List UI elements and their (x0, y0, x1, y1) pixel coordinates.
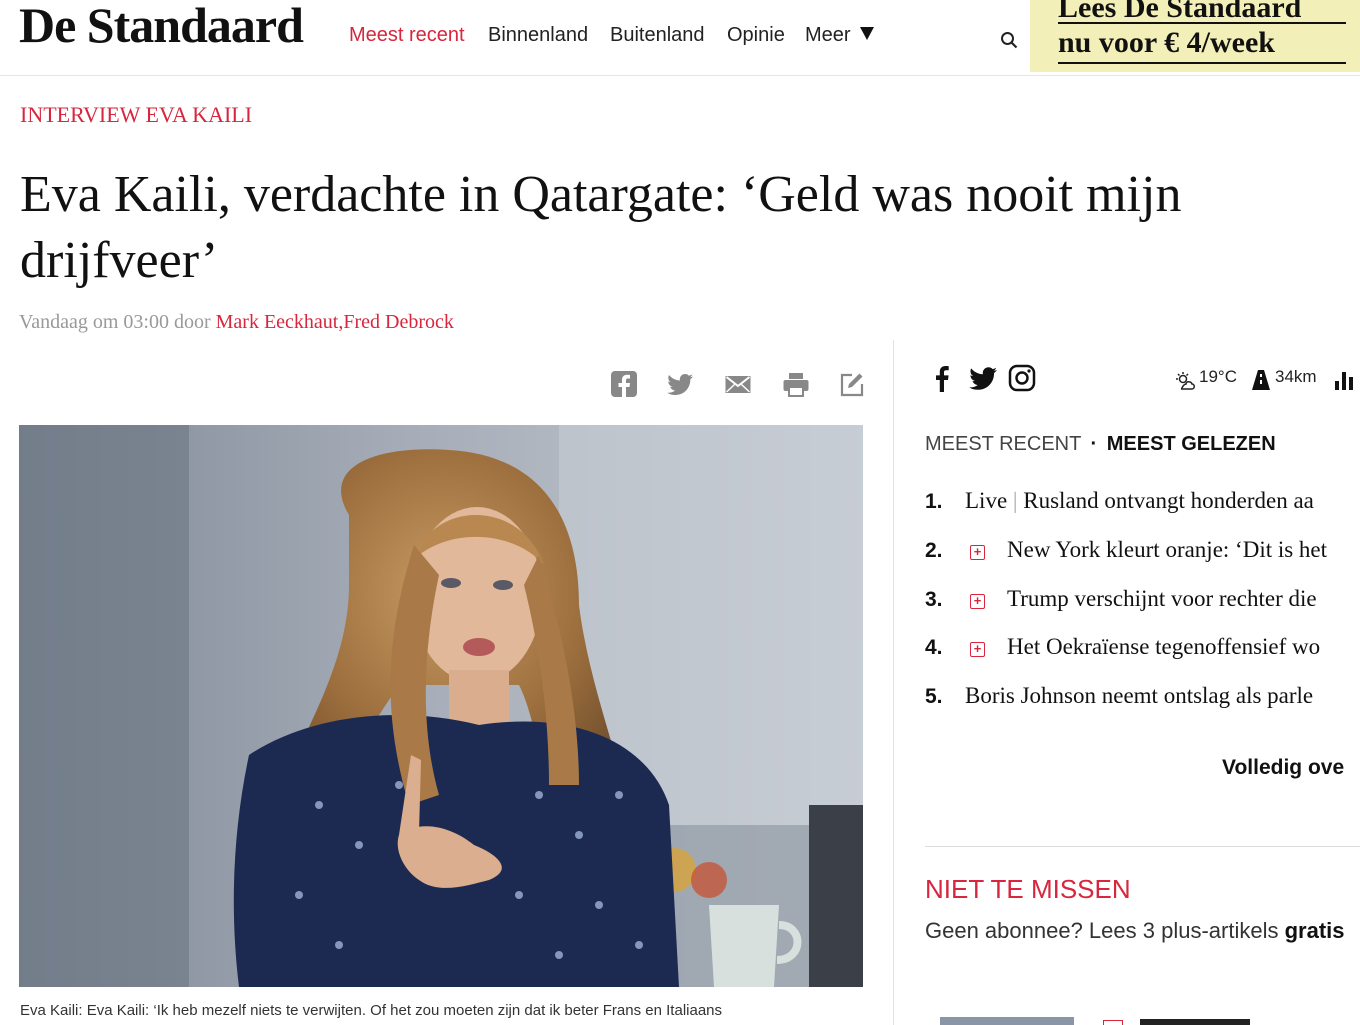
list-rank: 2. (925, 539, 943, 562)
list-rank: 5. (925, 685, 943, 708)
traffic-icon (1252, 370, 1270, 390)
list-item-title[interactable]: New York kleurt oranje: ‘Dit is het (1007, 537, 1327, 563)
facebook-icon[interactable] (610, 370, 638, 398)
full-overview-link[interactable]: Volledig ove (1222, 756, 1344, 780)
list-item-title[interactable]: Het Oekraïense tegenoffensief wo (1007, 634, 1320, 660)
facebook-icon[interactable] (930, 363, 952, 393)
caret-down-icon (860, 27, 875, 40)
plus-icon: + (970, 594, 985, 609)
sidebar-tabs: MEEST RECENT · MEEST GELEZEN (925, 433, 1276, 456)
article-photo (19, 425, 863, 987)
edit-icon[interactable] (838, 370, 866, 398)
site-logo[interactable]: De Standaard (19, 0, 304, 54)
photo-caption: Eva Kaili: Eva Kaili: ‘Ik heb mezelf nie… (20, 1002, 723, 1019)
nav-binnenland[interactable]: Binnenland (488, 24, 588, 47)
tab-meest-recent[interactable]: MEEST RECENT (925, 433, 1081, 455)
byline-date: Vandaag om 03:00 door (19, 311, 211, 333)
list-rank: 4. (925, 636, 943, 659)
tab-separator: · (1090, 433, 1098, 455)
niet-te-missen-heading: NIET TE MISSEN (925, 874, 1131, 904)
weather-temp: 19°C (1199, 367, 1237, 386)
article-kicker: INTERVIEW EVA KAILI (20, 102, 253, 127)
free-articles-note: Geen abonnee? Lees 3 plus-artikels grati… (925, 918, 1345, 944)
nav-meest-recent[interactable]: Meest recent (349, 24, 465, 47)
twitter-icon[interactable] (968, 363, 998, 393)
teaser-thumbnail[interactable] (940, 1017, 1074, 1025)
tab-meest-gelezen[interactable]: MEEST GELEZEN (1107, 433, 1276, 455)
print-icon[interactable] (782, 370, 810, 398)
search-icon[interactable] (1000, 31, 1018, 49)
sidebar-divider (893, 340, 894, 1025)
byline-authors[interactable]: Mark Eeckhaut,Fred Debrock (216, 311, 454, 333)
nav-meer-label: Meer (805, 24, 851, 46)
list-rank: 3. (925, 588, 943, 611)
plus-icon: + (970, 642, 985, 657)
free-articles-bold[interactable]: gratis (1285, 918, 1345, 943)
article-byline: Vandaag om 03:00 door Mark Eeckhaut,Fred… (19, 311, 454, 334)
promo-underline-2 (1058, 62, 1346, 64)
promo-underline-1 (1058, 22, 1346, 24)
list-rank: 1. (925, 490, 943, 513)
traffic-distance: 34km (1275, 367, 1317, 386)
stats-icon[interactable] (1334, 369, 1356, 391)
mail-icon[interactable] (724, 370, 752, 398)
subscribe-promo[interactable]: Lees De Standaard nu voor € 4/week (1030, 0, 1360, 72)
list-item-title[interactable]: Boris Johnson neemt ontslag als parle (965, 683, 1313, 709)
weather-icon (1176, 372, 1195, 390)
promo-line-2: nu voor € 4/week (1058, 26, 1275, 59)
instagram-icon[interactable] (1008, 363, 1036, 393)
live-separator: | (1012, 488, 1018, 513)
sidebar-rule (925, 846, 1360, 847)
live-label: Live (965, 488, 1008, 513)
list-item-title: Rusland ontvangt honderden aa (1023, 488, 1314, 513)
nav-meer[interactable]: Meer (805, 24, 875, 47)
list-item-title[interactable]: Trump verschijnt voor rechter die (1007, 586, 1317, 612)
nav-buitenland[interactable]: Buitenland (610, 24, 705, 47)
twitter-icon[interactable] (666, 370, 694, 398)
list-item[interactable]: Live | Rusland ontvangt honderden aa (965, 488, 1314, 514)
article-title: Eva Kaili, verdachte in Qatargate: ‘Geld… (20, 166, 1182, 289)
plus-icon: + (970, 545, 985, 560)
plus-icon (1103, 1020, 1123, 1025)
nav-opinie[interactable]: Opinie (727, 24, 785, 47)
site-header: De Standaard Meest recent Binnenland Bui… (0, 0, 1360, 76)
free-articles-text: Geen abonnee? Lees 3 plus-artikels (925, 918, 1279, 943)
teaser-title[interactable] (1140, 1019, 1250, 1025)
